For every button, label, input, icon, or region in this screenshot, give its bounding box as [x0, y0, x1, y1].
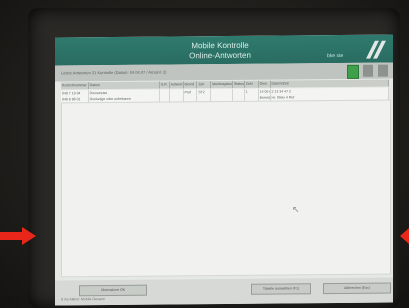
- column-header[interactable]: Datum: [88, 81, 160, 90]
- red-arrow-left-icon: [400, 228, 409, 244]
- column-header[interactable]: Antwort: [169, 81, 184, 89]
- company-logo-icon: [366, 40, 386, 59]
- footer-bar: Übernahme OK Tabelle auswählen (F1) Abbr…: [55, 277, 393, 306]
- title-bar: Mobile Kontrolle Online-Antworten bke st…: [55, 34, 393, 66]
- toolbar: Letzte Antworten 21 Kontrolle (Datum: 04…: [55, 62, 393, 82]
- red-arrow-right-icon: [0, 227, 36, 245]
- cancel-button[interactable]: Abbrechen (Esc): [323, 282, 391, 295]
- settings-icon[interactable]: [378, 64, 388, 77]
- mouse-cursor-icon: ↖: [292, 204, 300, 215]
- column-header[interactable]: Zahl: [244, 80, 259, 88]
- export-button[interactable]: [347, 64, 359, 79]
- column-header[interactable]: S.R.: [159, 81, 170, 89]
- print-icon[interactable]: [363, 64, 373, 77]
- column-header[interactable]: Gem.: [258, 80, 271, 88]
- table-body-empty[interactable]: [61, 99, 391, 278]
- column-header[interactable]: Grund: [183, 81, 198, 89]
- accept-button[interactable]: Übernahme OK: [79, 284, 147, 297]
- column-header[interactable]: Kontrollnummer: [61, 82, 89, 90]
- brand-text: bke ste: [327, 52, 344, 60]
- column-header[interactable]: Meldungstext: [211, 80, 233, 89]
- status-text: 0 ms Aktion: Mobile Gesamt: [61, 297, 105, 302]
- monitor-screen: Mobile Kontrolle Online-Antworten bke st…: [55, 34, 393, 306]
- select-table-button[interactable]: Tabelle auswählen (F1): [251, 283, 311, 295]
- window-title-line2: Online-Antworten: [189, 50, 251, 61]
- toolbar-info-text: Letzte Antworten 21 Kontrolle (Datum: 04…: [61, 69, 167, 76]
- column-header[interactable]: Zeit: [197, 81, 212, 89]
- column-header[interactable]: Datum/Zeit: [270, 79, 389, 88]
- column-header[interactable]: Status: [232, 80, 245, 88]
